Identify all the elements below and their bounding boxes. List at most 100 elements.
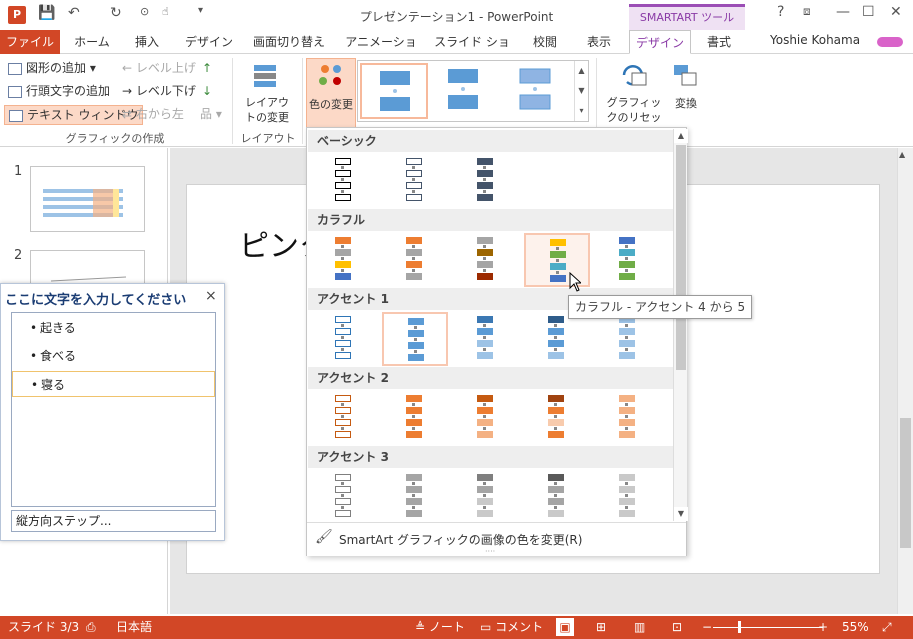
style-gallery-item[interactable]: [430, 63, 498, 119]
spellcheck-icon[interactable]: ⎙: [86, 616, 96, 639]
language-indicator[interactable]: 日本語: [116, 616, 152, 639]
level-down-button[interactable]: → レベル下げ: [122, 82, 196, 100]
notes-button[interactable]: ≜ ノート: [415, 616, 465, 639]
touch-mode-icon[interactable]: ☝: [162, 5, 169, 18]
change-layout-button[interactable]: レイアウトの変更: [240, 95, 294, 125]
zoom-out-icon[interactable]: −: [702, 616, 712, 639]
tab-insert[interactable]: 挿入: [124, 30, 170, 54]
color-swatch[interactable]: [311, 154, 377, 208]
swatch-connector: [483, 415, 486, 418]
normal-view-icon[interactable]: ▣: [556, 618, 574, 636]
fit-to-window-icon[interactable]: ⤢: [882, 616, 892, 639]
color-swatch[interactable]: [311, 391, 377, 445]
zoom-level[interactable]: 55%: [842, 616, 869, 639]
color-swatch[interactable]: [382, 470, 448, 524]
maximize-button[interactable]: ☐: [862, 4, 875, 20]
right-to-left-button[interactable]: ⇄ 右から左: [122, 105, 184, 123]
color-swatch[interactable]: [595, 312, 661, 366]
gallery-scroll-down[interactable]: ▼: [574, 81, 588, 101]
layout-group-label: レイアウト: [240, 132, 296, 145]
layout-name-link[interactable]: 縦方向ステップ...: [11, 510, 216, 532]
color-swatch[interactable]: [524, 312, 590, 366]
list-item[interactable]: 寝る: [12, 371, 215, 398]
zoom-in-icon[interactable]: +: [818, 616, 828, 639]
style-gallery-item[interactable]: [360, 63, 428, 119]
scroll-thumb[interactable]: [676, 145, 686, 370]
tab-review[interactable]: 校閲: [522, 30, 568, 54]
swatch-bar: [477, 419, 493, 426]
tab-design[interactable]: デザイン: [178, 30, 240, 54]
tab-view[interactable]: 表示: [576, 30, 622, 54]
present-icon[interactable]: ⊙: [140, 5, 149, 18]
recolor-pictures-button[interactable]: 🖌 SmartArt グラフィックの画像の色を変更(R) ····: [307, 522, 686, 556]
close-icon[interactable]: ×: [205, 288, 217, 304]
scroll-up-icon[interactable]: ▲: [674, 129, 688, 143]
color-swatch[interactable]: [453, 312, 519, 366]
color-swatch[interactable]: [453, 154, 519, 208]
swatch-bar: [408, 318, 424, 325]
color-swatch[interactable]: [524, 391, 590, 445]
ribbon-display-icon[interactable]: ⧈: [803, 4, 811, 19]
color-swatch[interactable]: [453, 470, 519, 524]
add-bullet-button[interactable]: 行頭文字の追加: [8, 82, 110, 100]
vertical-scrollbar[interactable]: ▲: [897, 148, 913, 614]
swatch-connector: [483, 348, 486, 351]
move-up-icon[interactable]: ↑: [202, 59, 212, 77]
color-swatch[interactable]: [595, 470, 661, 524]
resize-grip-icon[interactable]: ····: [485, 547, 495, 556]
color-swatch[interactable]: [382, 391, 448, 445]
list-item[interactable]: 食べる: [12, 343, 215, 369]
color-swatch[interactable]: [382, 312, 448, 366]
tab-slideshow[interactable]: スライド ショー: [432, 30, 512, 73]
gallery-scroll-up[interactable]: ▲: [574, 61, 588, 81]
color-swatch[interactable]: [595, 233, 661, 287]
save-icon[interactable]: 💾: [38, 5, 55, 21]
scroll-thumb[interactable]: [900, 418, 911, 548]
slide-thumbnail[interactable]: [30, 166, 145, 232]
scroll-up-icon[interactable]: ▲: [899, 150, 905, 159]
reading-view-icon[interactable]: ▥: [634, 616, 645, 639]
slideshow-view-icon[interactable]: ⊡: [672, 616, 682, 639]
zoom-slider-knob[interactable]: [738, 621, 741, 633]
swatch-bar: [477, 486, 493, 493]
user-avatar[interactable]: [877, 37, 903, 47]
convert-button[interactable]: 変換: [668, 95, 704, 113]
help-icon[interactable]: ?: [777, 4, 784, 20]
color-swatch[interactable]: [311, 312, 377, 366]
slide-sorter-icon[interactable]: ⊞: [596, 616, 606, 639]
undo-icon[interactable]: ↶: [68, 5, 80, 21]
tab-transitions[interactable]: 画面切り替え: [248, 30, 330, 54]
swatch-bar: [619, 407, 635, 414]
close-button[interactable]: ✕: [890, 4, 902, 20]
add-shape-button[interactable]: 図形の追加 ▾: [8, 59, 96, 77]
level-up-button[interactable]: ← レベル上げ: [122, 59, 196, 77]
color-swatch[interactable]: [382, 233, 448, 287]
tab-home[interactable]: ホーム: [66, 30, 118, 54]
swatch-connector: [483, 403, 486, 406]
color-swatch[interactable]: [311, 233, 377, 287]
tab-animations[interactable]: アニメーション: [340, 30, 422, 73]
color-swatch[interactable]: [453, 391, 519, 445]
tab-file[interactable]: ファイル: [0, 30, 60, 54]
dropdown-scrollbar[interactable]: ▲ ▼: [673, 129, 688, 521]
minimize-button[interactable]: —: [836, 4, 850, 20]
color-swatch[interactable]: [595, 391, 661, 445]
color-swatch[interactable]: [524, 470, 590, 524]
gallery-more[interactable]: ▾: [574, 101, 588, 121]
style-gallery-item[interactable]: [502, 63, 570, 119]
comments-button[interactable]: ▭ コメント: [480, 616, 543, 639]
tab-smartart-design[interactable]: デザイン: [629, 30, 691, 54]
tab-format[interactable]: 書式: [696, 30, 742, 54]
org-chart-icon[interactable]: 品 ▾: [200, 105, 222, 123]
user-name[interactable]: Yoshie Kohama: [770, 33, 860, 47]
list-item[interactable]: 起きる: [12, 315, 215, 341]
color-swatch[interactable]: [453, 233, 519, 287]
customize-qat-icon[interactable]: ▾: [198, 5, 203, 16]
color-swatch[interactable]: [311, 470, 377, 524]
redo-icon[interactable]: ↻: [110, 5, 122, 21]
zoom-slider[interactable]: [713, 627, 823, 628]
move-down-icon[interactable]: ↓: [202, 82, 212, 100]
swatch-connector: [483, 482, 486, 485]
scroll-down-icon[interactable]: ▼: [674, 507, 688, 521]
color-swatch[interactable]: [382, 154, 448, 208]
